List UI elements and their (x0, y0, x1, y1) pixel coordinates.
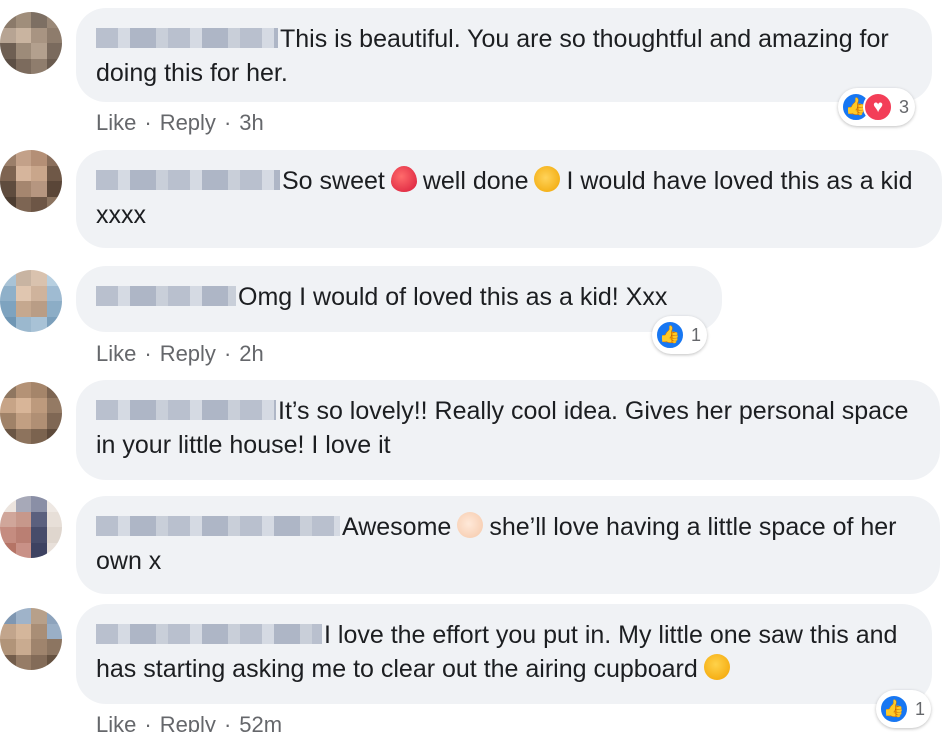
like-link[interactable]: Like (96, 341, 136, 366)
commenter-name-blurred[interactable] (96, 170, 280, 191)
like-link[interactable]: Like (96, 712, 136, 732)
comment-actions: Like · Reply · 2h (96, 341, 264, 367)
comment-bubble: I love the effort you put in. My little … (76, 604, 932, 704)
comment-bubble: Awesome she’ll love having a little space… (76, 496, 940, 594)
separator: · (144, 341, 152, 366)
separator: · (223, 712, 232, 732)
avatar[interactable] (0, 12, 62, 74)
separator: · (223, 110, 232, 135)
heart-emoji (390, 166, 417, 193)
avatar[interactable] (0, 608, 62, 670)
timestamp[interactable]: 3h (239, 110, 263, 135)
reply-link[interactable]: Reply (160, 712, 216, 732)
comment-text: well done (422, 167, 529, 195)
avatar[interactable] (0, 150, 62, 212)
comment-actions: Like · Reply · 3h (96, 110, 264, 136)
reply-link[interactable]: Reply (160, 110, 216, 135)
clapping-hands-emoji (457, 512, 484, 539)
reaction-count: 1 (915, 698, 926, 719)
like-link[interactable]: Like (96, 110, 136, 135)
separator: · (223, 341, 232, 366)
clapping-hands-emoji (534, 166, 561, 193)
comment-actions: Like · Reply · 52m (96, 712, 282, 732)
comment-bubble: It’s so lovely!! Really cool idea. Gives… (76, 380, 940, 480)
comment-bubble: This is beautiful. You are so thoughtful… (76, 8, 932, 102)
reaction-count: 1 (691, 324, 702, 345)
avatar[interactable] (0, 270, 62, 332)
avatar[interactable] (0, 496, 62, 558)
reaction-summary[interactable]: 👍 ♥ 3 (838, 88, 916, 126)
separator: · (144, 110, 152, 135)
comment-bubble: Omg I would of loved this as a kid! Xxx (76, 266, 722, 332)
reaction-summary[interactable]: 👍 1 (652, 316, 708, 354)
like-icon: 👍 (879, 694, 909, 724)
reply-link[interactable]: Reply (160, 341, 216, 366)
comment-text: So sweet (282, 167, 385, 195)
like-icon: 👍 (655, 320, 685, 350)
timestamp[interactable]: 2h (239, 341, 263, 366)
comment-bubble: So sweet well done I would have loved this… (76, 150, 942, 248)
comment-text: Awesome (342, 513, 452, 541)
commenter-name-blurred[interactable] (96, 286, 236, 307)
commenter-name-blurred[interactable] (96, 400, 276, 421)
timestamp[interactable]: 52m (239, 712, 282, 732)
separator: · (144, 712, 152, 732)
commenter-name-blurred[interactable] (96, 624, 322, 645)
laughing-emoji (703, 654, 730, 681)
commenter-name-blurred[interactable] (96, 28, 278, 49)
avatar[interactable] (0, 382, 62, 444)
love-icon: ♥ (863, 92, 893, 122)
comment-text: Omg I would of loved this as a kid! Xxx (238, 283, 668, 311)
commenter-name-blurred[interactable] (96, 516, 340, 537)
reaction-summary[interactable]: 👍 1 (876, 690, 932, 728)
reaction-count: 3 (899, 96, 910, 117)
